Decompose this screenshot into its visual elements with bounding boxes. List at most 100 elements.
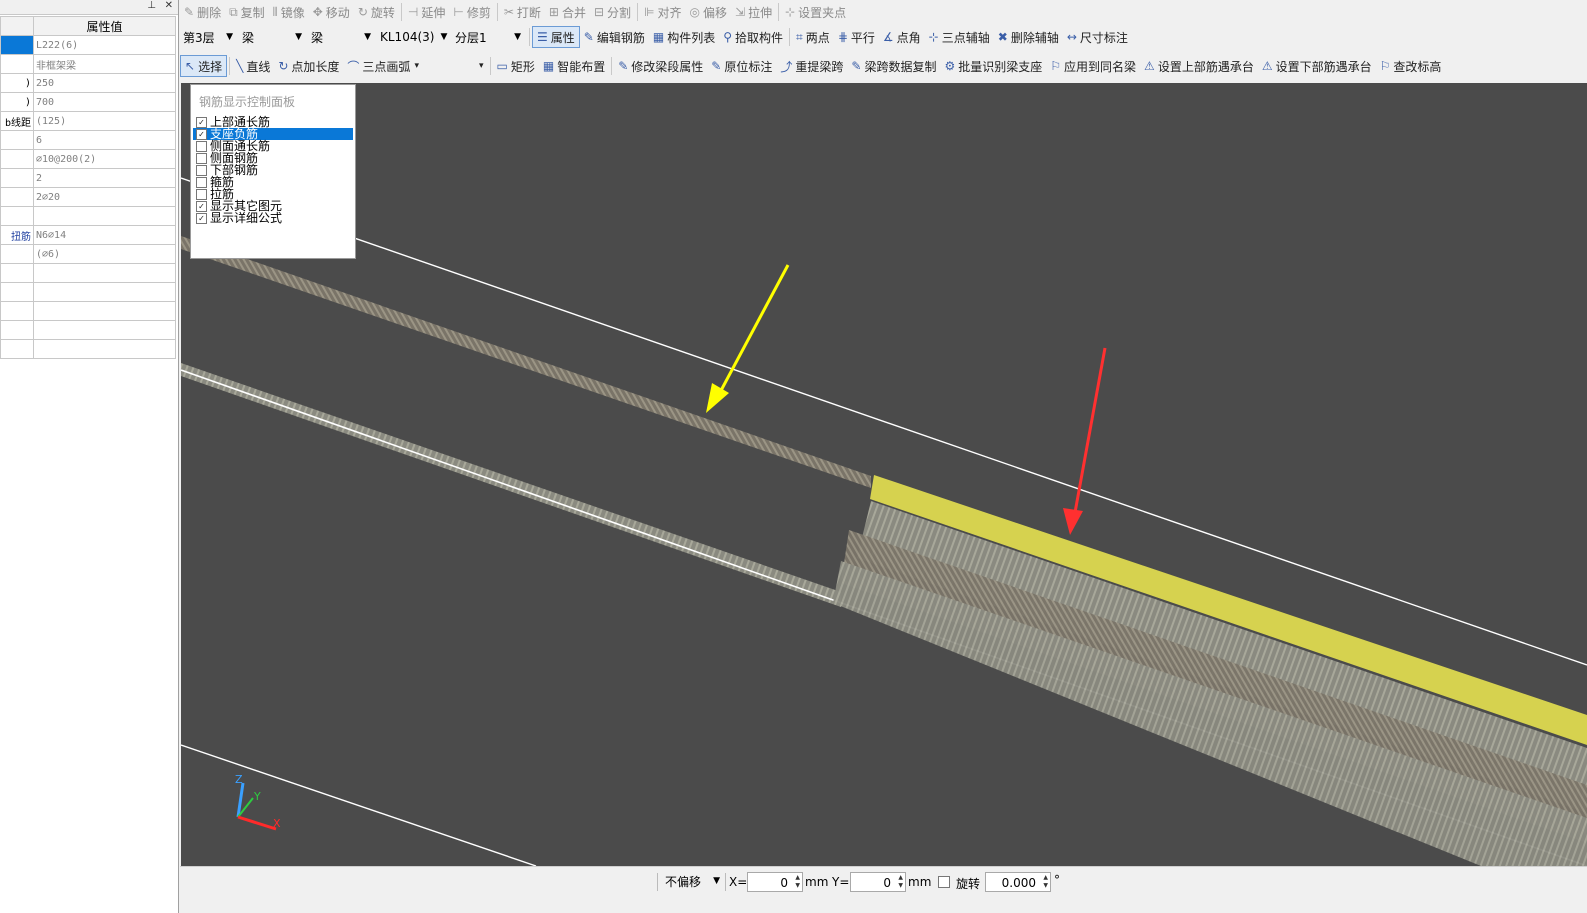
property-value[interactable]: 2 (33, 168, 176, 188)
member-tool-button[interactable]: ☰ 属性 (532, 26, 580, 48)
draw-tool-button[interactable]: ╲ 直线 (232, 56, 274, 76)
edit-tool-button[interactable]: ⊣ 延伸 (404, 2, 449, 22)
property-value[interactable]: (⌀6) (33, 244, 176, 264)
3d-canvas[interactable]: Z Y X (181, 83, 1587, 866)
edit-tool-button[interactable]: ⧉ 复制 (225, 2, 269, 22)
spinner-icon[interactable]: ▲ ▼ (898, 874, 903, 890)
checkbox-checked-icon[interactable]: ✓ (196, 128, 207, 140)
property-row[interactable] (0, 301, 176, 321)
edit-tool-button[interactable]: ⫴ 镜像 (269, 2, 309, 22)
member-tool-button[interactable]: ⊹ 三点辅轴 (925, 27, 994, 47)
rotate-checkbox[interactable] (938, 876, 950, 888)
property-row[interactable]: 扭筋 N6⌀14 (0, 225, 176, 245)
property-value[interactable] (33, 206, 176, 226)
draw-tool-button[interactable]: ↖ 选择 (180, 55, 228, 77)
property-row[interactable] (0, 320, 176, 340)
layer-select[interactable]: 分层1 ▼ (452, 28, 524, 46)
member-tool-button[interactable]: ✖ 删除辅轴 (994, 27, 1063, 47)
edit-tool-button[interactable]: ⊹ 设置夹点 (781, 2, 850, 22)
edit-tool-button[interactable]: ✥ 移动 (309, 2, 354, 22)
draw-tool-button[interactable]: ⚠ 设置上部筋遇承台 (1140, 56, 1258, 76)
checkbox-checked-icon[interactable]: ✓ (196, 116, 207, 128)
member-select[interactable]: KL104(3) ▼ (377, 28, 449, 46)
property-value[interactable]: L222(6) (33, 35, 176, 55)
property-row[interactable] (0, 339, 176, 359)
close-icon[interactable]: ✕ (165, 0, 173, 11)
offset-select[interactable]: 不偏移 ▼ (662, 872, 723, 890)
member-tool-button[interactable]: ⚲ 拾取构件 (719, 27, 787, 47)
property-value[interactable]: ⌀10@200(2) (33, 149, 176, 169)
property-value[interactable]: 2⌀20 (33, 187, 176, 207)
member-tool-button[interactable]: ✎ 编辑钢筋 (580, 27, 649, 47)
property-row[interactable]: 非框架梁 (0, 54, 176, 74)
property-row[interactable]: (⌀6) (0, 244, 176, 264)
property-value[interactable] (33, 339, 176, 359)
draw-tool-button[interactable]: ▦ 智能布置 (539, 56, 609, 76)
property-value[interactable] (33, 320, 176, 340)
property-row[interactable] (0, 282, 176, 302)
edit-tool-button[interactable]: ⊢ 修剪 (449, 2, 494, 22)
checkbox-unchecked-icon[interactable] (196, 188, 207, 200)
property-row[interactable]: b线距 (125) (0, 111, 176, 131)
property-value[interactable]: 6 (33, 130, 176, 150)
checkbox-unchecked-icon[interactable] (196, 152, 207, 164)
member-tool-button[interactable]: ∡ 点角 (879, 27, 925, 47)
property-row[interactable]: 6 (0, 130, 176, 150)
property-value[interactable]: (125) (33, 111, 176, 131)
member-tool-button[interactable]: ⋕ 平行 (834, 27, 879, 47)
draw-tool-button[interactable]: ⚙ 批量识别梁支座 (940, 56, 1046, 76)
edit-tool-button[interactable]: ⇲ 拉伸 (731, 2, 776, 22)
property-row[interactable]: 2 (0, 168, 176, 188)
edit-tool-button[interactable]: ⊫ 对齐 (640, 2, 685, 22)
property-row[interactable] (0, 263, 176, 283)
property-row[interactable]: ⌀10@200(2) (0, 149, 176, 169)
rotate-input[interactable]: 0.000 ▲ ▼ (985, 872, 1051, 892)
y-input[interactable]: 0 ▲ ▼ (850, 872, 906, 892)
draw-tool-button[interactable]: ⚐ 应用到同名梁 (1046, 56, 1140, 76)
edit-tool-button[interactable]: ↻ 旋转 (354, 2, 399, 22)
checkbox-unchecked-icon[interactable] (196, 164, 207, 176)
member-tool-button[interactable]: ▦ 构件列表 (649, 27, 719, 47)
property-row[interactable]: 2⌀20 (0, 187, 176, 207)
property-value[interactable]: 700 (33, 92, 176, 112)
checkbox-checked-icon[interactable]: ✓ (196, 212, 207, 224)
separator (489, 57, 491, 75)
draw-tool-button[interactable]: ✎ 原位标注 (707, 56, 776, 76)
property-row[interactable]: ) 700 (0, 92, 176, 112)
draw-tool-button[interactable]: ⤴ 重提梁跨 (776, 56, 847, 76)
draw-tool-button[interactable]: ⚠ 设置下部筋遇承台 (1258, 56, 1376, 76)
property-value[interactable]: 250 (33, 73, 176, 93)
draw-tool-button[interactable]: ✎ 修改梁段属性 (614, 56, 707, 76)
draw-tool-button[interactable]: ⌒ 三点画弧 ▾ ▾ (343, 56, 487, 76)
edit-tool-button[interactable]: ✎ 删除 (180, 2, 225, 22)
property-value[interactable]: N6⌀14 (33, 225, 176, 245)
spinner-icon[interactable]: ▲ ▼ (795, 874, 800, 890)
edit-tool-button[interactable]: ◎ 偏移 (686, 2, 732, 22)
edit-tool-button[interactable]: ✂ 打断 (500, 2, 545, 22)
draw-tool-button[interactable]: ⚐ 查改标高 (1376, 56, 1446, 76)
type2-select[interactable]: 梁 ▼ (308, 28, 374, 46)
x-input[interactable]: 0 ▲ ▼ (747, 872, 803, 892)
pin-icon[interactable]: ⊥ (147, 0, 156, 11)
property-value[interactable]: 非框架梁 (33, 54, 176, 74)
draw-tool-button[interactable]: ✎ 梁跨数据复制 (847, 56, 940, 76)
property-row[interactable] (0, 206, 176, 226)
spinner-icon[interactable]: ▲ ▼ (1043, 874, 1048, 890)
member-tool-button[interactable]: ⌗ 两点 (792, 27, 834, 47)
floor-select[interactable]: 第3层 ▼ (180, 28, 236, 46)
checkbox-unchecked-icon[interactable] (196, 140, 207, 152)
property-value[interactable] (33, 282, 176, 302)
property-value[interactable] (33, 301, 176, 321)
type1-select[interactable]: 梁 ▼ (239, 28, 305, 46)
checkbox-unchecked-icon[interactable] (196, 176, 207, 188)
edit-tool-button[interactable]: ⊟ 分割 (590, 2, 635, 22)
checkbox-checked-icon[interactable]: ✓ (196, 200, 207, 212)
draw-tool-button[interactable]: ▭ 矩形 (493, 56, 539, 76)
property-value[interactable] (33, 263, 176, 283)
property-row[interactable]: ) 250 (0, 73, 176, 93)
draw-tool-button[interactable]: ↻ 点加长度 (274, 56, 343, 76)
property-row[interactable]: L222(6) (0, 35, 176, 55)
edit-tool-button[interactable]: ⊞ 合并 (545, 2, 590, 22)
rebar-option[interactable]: ✓ 显示详细公式 (193, 212, 353, 224)
member-tool-button[interactable]: ↔ 尺寸标注 (1063, 27, 1132, 47)
